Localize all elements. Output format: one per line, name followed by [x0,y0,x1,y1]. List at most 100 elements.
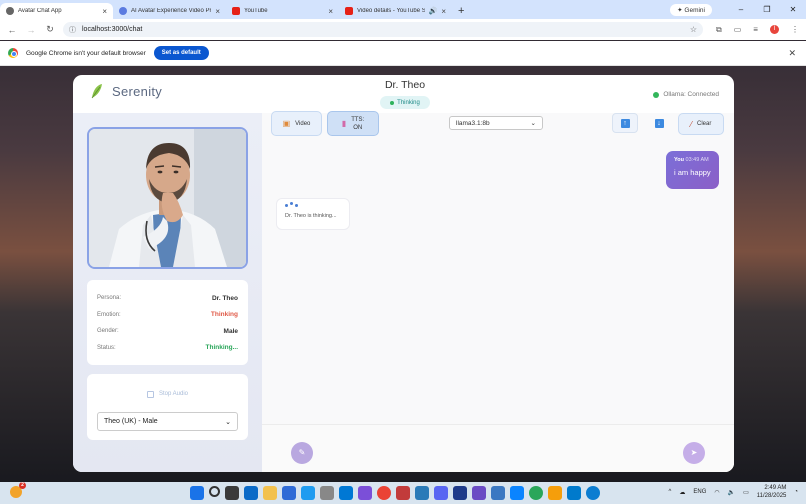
stop-audio-button[interactable]: Stop Audio [97,383,238,405]
edge-icon[interactable] [586,486,600,500]
battery-icon[interactable]: ▭ [743,489,749,496]
tab-title: Avatar Chat App [18,8,62,14]
outlook-icon[interactable] [282,486,296,500]
new-tab-button[interactable]: + [452,3,470,19]
reload-icon[interactable]: ↻ [44,24,56,35]
close-icon[interactable]: × [328,7,333,16]
chat-area: ▣ Video ▮ TTS: ON llama3.1:8b ⌄ ↑ ↓ ⁄ Cle… [262,111,734,472]
youtube-icon [232,7,240,15]
tab-youtube[interactable]: YouTube × [226,3,339,19]
app-icon[interactable] [510,486,524,500]
mic-button[interactable]: ✎ [291,442,313,464]
clear-button[interactable]: ⁄ Clear [678,113,724,135]
status-key: Status: [97,344,116,351]
store-icon[interactable] [244,486,258,500]
clock[interactable]: 2:49 AM 11/28/2025 [757,484,787,500]
back-icon[interactable]: ← [6,25,18,35]
tab-title: Video details - YouTube St [357,8,425,14]
voice-select[interactable]: Theo (UK) - Male ⌄ [97,412,238,431]
app-icon[interactable] [339,486,353,500]
taskbar: 2 ^ ☁ ENG ◠ 🔈 ▭ 2:49 AM 11/28/2025 ◔ [0,482,806,504]
forward-icon[interactable]: → [25,25,37,35]
language-indicator[interactable]: ENG [693,489,706,495]
chevron-up-icon[interactable]: ^ [669,489,672,495]
close-icon[interactable]: × [215,7,220,16]
app-icon[interactable] [396,486,410,500]
bookmark-star-icon[interactable]: ☆ [690,25,697,34]
video-button[interactable]: ▣ Video [271,111,322,136]
status-row: Status: Thinking... [97,340,238,357]
chat-input-bar: ✎ ➤ [262,424,734,472]
stop-icon [146,390,154,398]
tab-ai-avatar[interactable]: AI Avatar Experience Video Pro × [113,3,226,19]
tab-avatar-chat[interactable]: Avatar Chat App × [0,3,113,19]
profile-avatar[interactable]: I [769,25,779,34]
close-window-button[interactable]: ✕ [780,5,806,14]
avatar-name: Dr. Theo [384,79,426,91]
cloud-icon[interactable]: ☁ [679,489,685,496]
tts-toggle[interactable]: ▮ TTS: ON [327,111,379,136]
persona-card: Persona: Dr. Theo Emotion: Thinking Gend… [87,280,248,365]
app-icon[interactable] [358,486,372,500]
vscode-icon[interactable] [567,486,581,500]
gemini-button[interactable]: ✦ Gemini [670,3,712,16]
clock-time: 2:49 AM [764,485,787,491]
chrome-profile-icon[interactable] [529,486,543,500]
ai-icon [119,7,127,15]
default-browser-infobar: Google Chrome isn't your default browser… [0,41,806,66]
brand: Serenity [90,82,162,100]
gender-value: Male [223,327,238,335]
upload-button[interactable]: ↑ [612,113,638,133]
notifications-icon[interactable]: ◔ [794,489,798,495]
status-badge-label: Thinking [397,99,420,106]
weather-icon[interactable]: 2 [10,482,26,498]
chrome-icon [8,48,18,58]
message-text: i am happy [674,168,711,177]
tab-title: AI Avatar Experience Video Pro [131,8,212,14]
menu-icon[interactable]: ⋮ [791,25,799,34]
speaker-icon: 🔊 [428,8,438,15]
app-icon[interactable] [453,486,467,500]
extensions-icon[interactable]: ⧉ [716,25,722,35]
close-icon[interactable]: × [102,7,107,16]
app-icon[interactable] [491,486,505,500]
chevron-down-icon: ⌄ [530,120,536,127]
typing-dots-icon [285,202,341,207]
discord-icon[interactable] [434,486,448,500]
start-icon[interactable] [190,486,204,500]
app-icon[interactable] [415,486,429,500]
address-bar[interactable]: ⓘ localhost:3000/chat ☆ [63,22,703,37]
set-default-button[interactable]: Set as default [153,46,209,60]
gender-key: Gender: [97,328,119,335]
file-explorer-icon[interactable] [263,486,277,500]
status-dot-icon [390,100,395,105]
task-view-icon[interactable] [225,486,239,500]
brand-name: Serenity [112,83,163,99]
cast-icon[interactable]: ▭ [734,25,742,34]
taskbar-apps [190,486,600,500]
search-icon[interactable] [209,486,220,497]
globe-icon [6,7,14,15]
close-icon[interactable]: × [441,7,446,16]
tab-video-details[interactable]: Video details - YouTube St 🔊 × [339,3,452,19]
app-icon[interactable] [548,486,562,500]
video-label: Video [295,120,311,127]
download-button[interactable]: ↓ [646,113,672,133]
app-icon[interactable] [472,486,486,500]
media-icon[interactable]: ≡ [753,25,758,34]
restore-button[interactable]: ❐ [754,5,780,14]
chat-controls: ▣ Video ▮ TTS: ON llama3.1:8b ⌄ ↑ ↓ ⁄ Cle… [262,111,734,139]
send-button[interactable]: ➤ [683,442,705,464]
chrome-taskbar-icon[interactable] [377,486,391,500]
site-info-icon[interactable]: ⓘ [69,25,76,35]
volume-icon[interactable]: 🔈 [728,489,735,496]
message-meta: You 03:49 AM [674,157,711,163]
emotion-row: Emotion: Thinking [97,307,238,324]
minimize-button[interactable]: – [728,5,754,14]
close-icon[interactable]: ✕ [788,48,796,59]
wifi-icon[interactable]: ◠ [714,489,719,496]
app-icon[interactable] [320,486,334,500]
teams-icon[interactable] [301,486,315,500]
persona-value: Dr. Theo [211,294,238,302]
model-select[interactable]: llama3.1:8b ⌄ [449,116,543,130]
